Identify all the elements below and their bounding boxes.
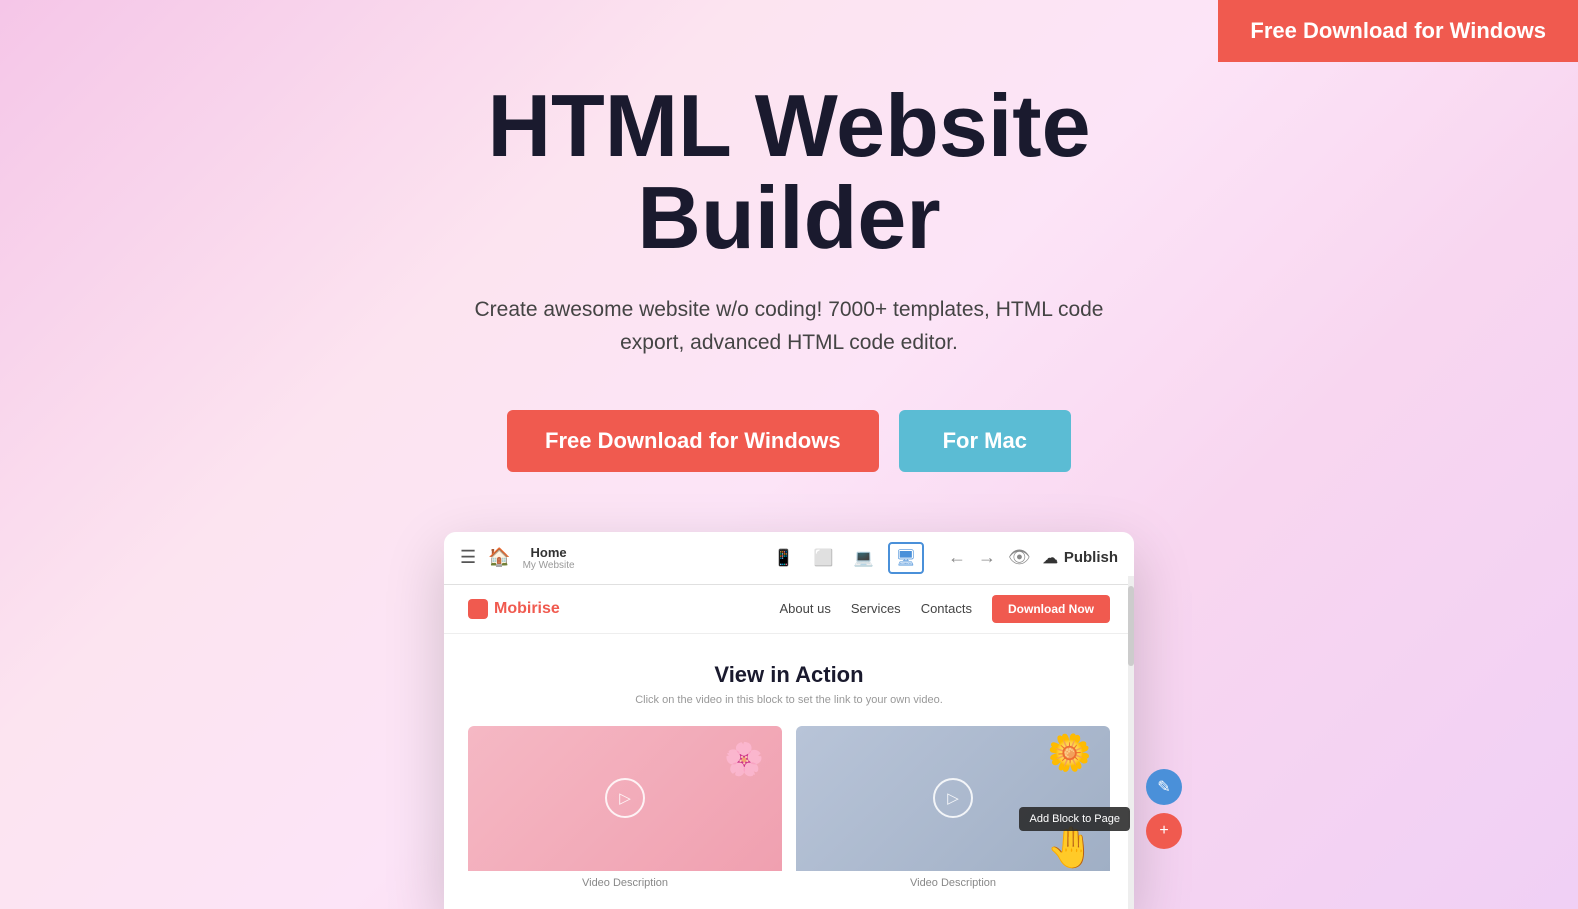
play-icon-1: ▷ xyxy=(619,789,631,807)
edit-side-button[interactable]: ✎ xyxy=(1146,769,1182,805)
flower-decoration-2: 🌼 xyxy=(1047,732,1092,774)
video-label-2: Video Description xyxy=(796,877,1110,889)
nav-link-contacts[interactable]: Contacts xyxy=(921,601,972,616)
cta-button-group: Free Download for Windows For Mac xyxy=(507,410,1071,472)
play-button-1[interactable]: ▷ xyxy=(605,778,645,818)
add-block-button[interactable]: + xyxy=(1146,813,1182,849)
nav-link-about[interactable]: About us xyxy=(780,601,831,616)
laptop-icon[interactable]: 💻 xyxy=(848,544,880,572)
home-info: Home My Website xyxy=(523,545,575,571)
video-section-title: View in Action xyxy=(468,662,1110,688)
hand-decoration: 🤚 xyxy=(1046,824,1096,871)
inner-nav-links: About us Services Contacts Download Now xyxy=(780,595,1111,623)
device-icons: 📱 ⬜ 💻 🖥 xyxy=(768,542,924,574)
menu-icon[interactable]: ☰ xyxy=(460,547,476,568)
video-card-1: 🌸 ▷ Video Description xyxy=(468,726,782,889)
play-button-2[interactable]: ▷ xyxy=(933,778,973,818)
desktop-icon[interactable]: 🖥 xyxy=(888,542,924,574)
tablet-icon[interactable]: ⬜ xyxy=(808,544,840,572)
app-preview-wrapper: ☰ 🏠 Home My Website 📱 ⬜ 💻 🖥 ← → 👁 xyxy=(444,532,1134,909)
add-block-tooltip: Add Block to Page xyxy=(1019,807,1130,831)
inner-download-button[interactable]: Download Now xyxy=(992,595,1110,623)
publish-label: Publish xyxy=(1064,549,1118,566)
hero-subtitle: Create awesome website w/o coding! 7000+… xyxy=(449,293,1129,360)
hero-section: HTML Website Builder Create awesome webs… xyxy=(0,0,1578,909)
top-download-button[interactable]: Free Download for Windows xyxy=(1218,0,1578,62)
scrollbar-thumb xyxy=(1128,586,1134,666)
nav-link-services[interactable]: Services xyxy=(851,601,901,616)
mobile-icon[interactable]: 📱 xyxy=(768,544,800,572)
hero-title: HTML Website Builder xyxy=(339,80,1239,265)
publish-cloud-icon: ☁ xyxy=(1043,549,1058,567)
app-toolbar: ☰ 🏠 Home My Website 📱 ⬜ 💻 🖥 ← → 👁 xyxy=(444,532,1134,585)
download-windows-button[interactable]: Free Download for Windows xyxy=(507,410,879,472)
video-label-1: Video Description xyxy=(468,877,782,889)
inner-logo: Mobirise xyxy=(468,599,560,619)
edit-icon: ✎ xyxy=(1157,777,1170,797)
inner-logo-text: Mobirise xyxy=(494,600,560,618)
home-page-sub: My Website xyxy=(523,560,575,571)
video-thumbnail-1[interactable]: 🌸 ▷ xyxy=(468,726,782,871)
flower-decoration-1: 🌸 xyxy=(724,740,764,778)
home-page-name: Home xyxy=(523,545,575,560)
app-preview-window: ☰ 🏠 Home My Website 📱 ⬜ 💻 🖥 ← → 👁 xyxy=(444,532,1134,909)
inner-logo-icon xyxy=(468,599,488,619)
inner-content: View in Action Click on the video in thi… xyxy=(444,634,1134,909)
preview-icon[interactable]: 👁 xyxy=(1008,547,1031,568)
video-section-subtitle: Click on the video in this block to set … xyxy=(468,694,1110,706)
video-thumbnail-2[interactable]: 🌼 🤚 ▷ xyxy=(796,726,1110,871)
publish-button[interactable]: ☁ Publish xyxy=(1043,549,1118,567)
play-icon-2: ▷ xyxy=(947,789,959,807)
home-icon: 🏠 xyxy=(488,547,510,568)
toolbar-actions: ← → 👁 ☁ Publish xyxy=(948,547,1118,568)
scrollbar[interactable] xyxy=(1128,576,1134,909)
add-icon: + xyxy=(1159,822,1168,840)
back-icon[interactable]: ← xyxy=(948,547,966,568)
side-action-buttons: ✎ Add Block to Page + xyxy=(1146,769,1182,849)
inner-website-nav: Mobirise About us Services Contacts Down… xyxy=(444,585,1134,634)
add-block-container: Add Block to Page + xyxy=(1146,813,1182,849)
download-mac-button[interactable]: For Mac xyxy=(899,410,1071,472)
forward-icon[interactable]: → xyxy=(978,547,996,568)
video-grid: 🌸 ▷ Video Description 🌼 🤚 xyxy=(468,726,1110,889)
